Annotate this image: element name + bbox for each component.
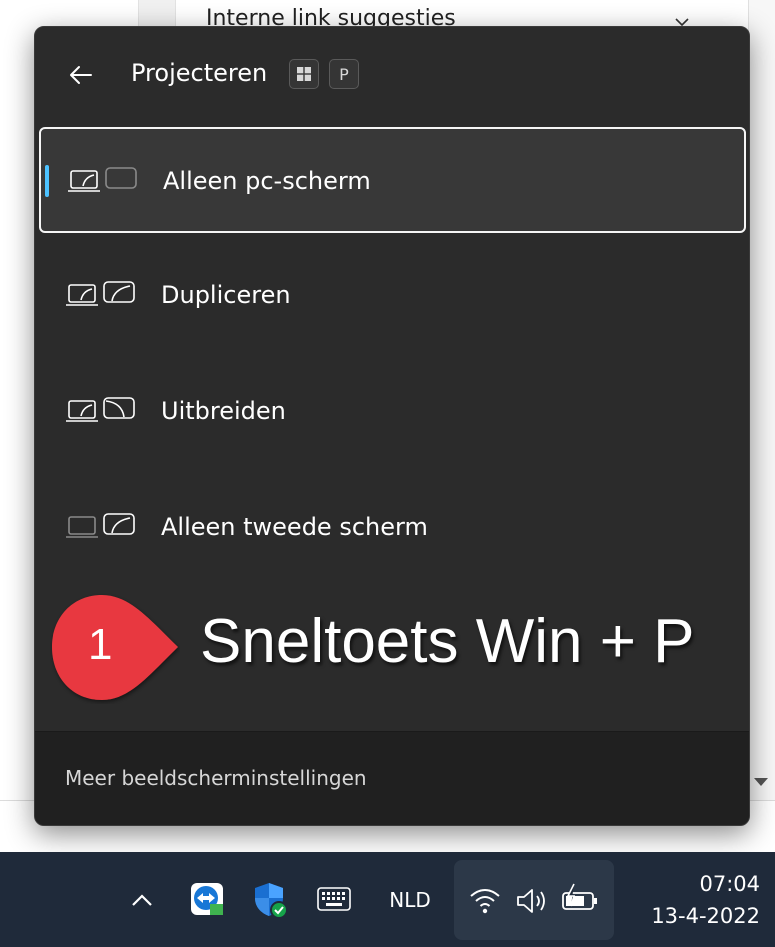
windows-logo-icon <box>297 67 311 81</box>
windows-security-tray-button[interactable] <box>250 878 292 922</box>
option-duplicate[interactable]: Dupliceren <box>39 243 746 349</box>
teamviewer-icon <box>191 883 223 915</box>
option-label: Uitbreiden <box>161 397 286 425</box>
option-pc-screen-only[interactable]: Alleen pc-scherm <box>39 127 746 233</box>
flyout-header: Projecteren P <box>35 27 749 123</box>
option-second-screen-only[interactable]: Alleen tweede scherm <box>39 475 746 581</box>
touch-keyboard-button[interactable] <box>314 882 354 916</box>
back-arrow-icon[interactable] <box>65 59 97 91</box>
option-label: Alleen pc-scherm <box>163 167 371 195</box>
annotation-number: 1 <box>88 620 113 669</box>
battery-charging-icon <box>562 883 597 910</box>
teamviewer-tray-button[interactable] <box>186 878 228 920</box>
background-scrollbar[interactable] <box>748 0 775 800</box>
taskbar: NLD 07:04 13-4-2022 <box>0 852 775 947</box>
scroll-down-arrow-icon[interactable] <box>754 778 768 786</box>
annotation-badge <box>52 595 178 700</box>
annotation-text: Sneltoets Win + P <box>200 607 695 676</box>
chevron-up-icon <box>132 894 152 906</box>
flyout-footer: Meer beeldscherminstellingen <box>35 731 749 825</box>
project-flyout: Projecteren P Alleen pc-scherm Duplicere… <box>34 26 750 826</box>
windows-key-badge <box>289 59 319 89</box>
touch-keyboard-icon <box>317 887 351 911</box>
quick-settings-button[interactable] <box>454 860 614 940</box>
option-extend[interactable]: Uitbreiden <box>39 359 746 465</box>
wifi-icon <box>470 889 500 914</box>
option-label: Alleen tweede scherm <box>161 513 428 541</box>
selection-indicator <box>45 165 49 197</box>
duplicate-icon <box>66 281 135 306</box>
show-hidden-icons-button[interactable] <box>124 880 160 920</box>
clock-date: 13-4-2022 <box>651 904 760 928</box>
input-language-indicator[interactable]: NLD <box>378 880 442 920</box>
taskbar-clock[interactable]: 07:04 13-4-2022 <box>620 868 760 932</box>
p-key-badge: P <box>329 59 359 89</box>
volume-icon <box>517 889 545 913</box>
pc-screen-only-icon <box>68 167 137 192</box>
extend-icon <box>66 397 135 422</box>
clock-time: 07:04 <box>699 872 760 896</box>
flyout-title: Projecteren <box>131 59 268 87</box>
more-display-settings-link[interactable]: Meer beeldscherminstellingen <box>65 766 367 790</box>
windows-security-icon <box>255 883 288 919</box>
option-label: Dupliceren <box>161 281 291 309</box>
second-screen-only-icon <box>66 513 135 538</box>
